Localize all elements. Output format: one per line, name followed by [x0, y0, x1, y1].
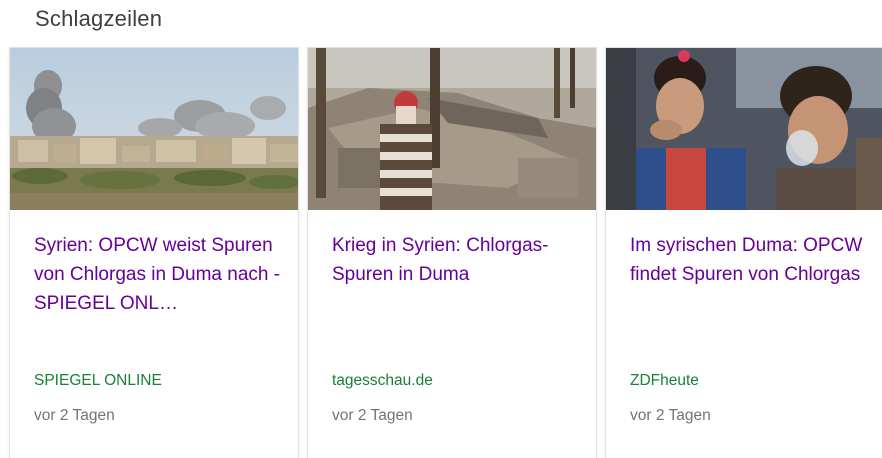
- headline-link[interactable]: Syrien: OPCW weist Spuren von Chlorgas i…: [34, 231, 284, 318]
- news-card[interactable]: Krieg in Syrien: Chlorgas-Spuren in Duma…: [307, 47, 597, 458]
- timestamp: vor 2 Tagen: [332, 407, 413, 424]
- section-title: Schlagzeilen: [35, 6, 163, 31]
- news-source: tagesschau.de: [332, 372, 433, 389]
- timestamp: vor 2 Tagen: [34, 407, 115, 424]
- headline-link[interactable]: Krieg in Syrien: Chlorgas-Spuren in Duma: [332, 231, 582, 289]
- news-source: SPIEGEL ONLINE: [34, 372, 162, 389]
- man-in-ruins-photo[interactable]: [308, 48, 596, 210]
- news-card[interactable]: Syrien: OPCW weist Spuren von Chlorgas i…: [9, 47, 299, 458]
- timestamp: vor 2 Tagen: [630, 407, 711, 424]
- bombed-city-smoke-photo[interactable]: [10, 48, 298, 210]
- news-card[interactable]: Im syrischen Duma: OPCW findet Spuren vo…: [605, 47, 882, 458]
- headline-carousel: Syrien: OPCW weist Spuren von Chlorgas i…: [9, 47, 882, 458]
- headline-link[interactable]: Im syrischen Duma: OPCW findet Spuren vo…: [630, 231, 880, 289]
- news-source: ZDFheute: [630, 372, 699, 389]
- children-oxygen-mask-photo[interactable]: [606, 48, 882, 210]
